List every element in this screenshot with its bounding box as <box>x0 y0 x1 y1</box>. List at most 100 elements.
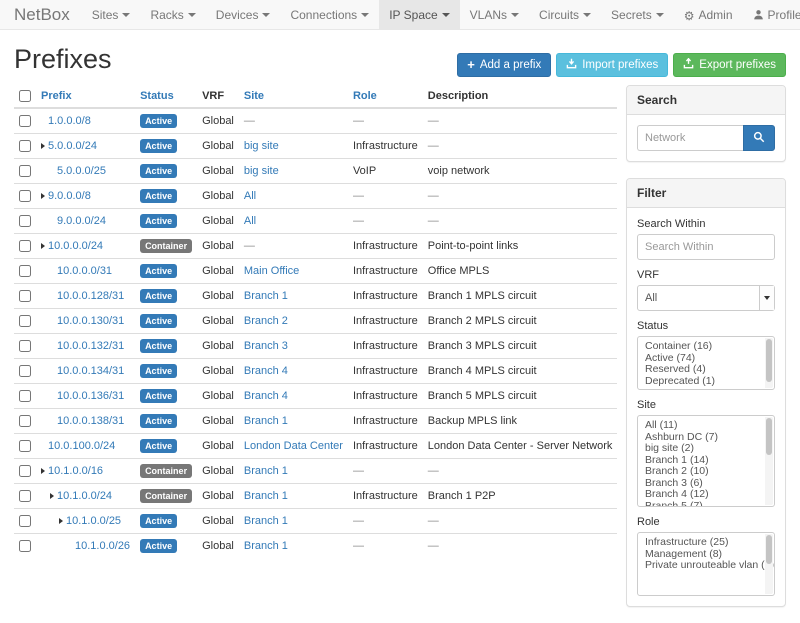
prefix-link[interactable]: 10.0.0.138/31 <box>57 415 124 427</box>
prefix-link[interactable]: 10.1.0.0/26 <box>75 540 130 552</box>
column-header-status[interactable]: Status <box>135 85 197 108</box>
status-badge[interactable]: Active <box>140 389 177 403</box>
status-badge[interactable]: Container <box>140 489 192 503</box>
site-link[interactable]: Branch 4 <box>244 365 288 377</box>
add-prefix-button[interactable]: + Add a prefix <box>457 53 551 77</box>
option-item[interactable]: Management (8) <box>645 549 759 561</box>
export-prefixes-button[interactable]: Export prefixes <box>673 53 786 77</box>
status-badge[interactable]: Active <box>140 364 177 378</box>
prefix-link[interactable]: 10.0.0.0/24 <box>48 240 103 252</box>
option-item[interactable]: Branch 4 (12) <box>645 489 759 501</box>
status-badge[interactable]: Active <box>140 414 177 428</box>
prefix-link[interactable]: 10.0.0.128/31 <box>57 290 124 302</box>
column-header-prefix[interactable]: Prefix <box>36 85 135 108</box>
prefix-link[interactable]: 10.0.0.130/31 <box>57 315 124 327</box>
row-checkbox[interactable] <box>19 315 31 327</box>
nav-item-devices[interactable]: Devices <box>206 0 281 30</box>
prefix-link[interactable]: 9.0.0.0/24 <box>57 215 106 227</box>
row-checkbox[interactable] <box>19 490 31 502</box>
site-link[interactable]: Branch 3 <box>244 340 288 352</box>
site-link[interactable]: Main Office <box>244 265 299 277</box>
site-link[interactable]: big site <box>244 165 279 177</box>
status-badge[interactable]: Active <box>140 189 177 203</box>
nav-item-connections[interactable]: Connections <box>280 0 379 30</box>
prefix-link[interactable]: 10.0.100.0/24 <box>48 440 115 452</box>
status-listbox[interactable]: Container (16)Active (74)Reserved (4)Dep… <box>637 336 775 390</box>
import-prefixes-button[interactable]: Import prefixes <box>556 53 668 77</box>
prefix-link[interactable]: 5.0.0.0/24 <box>48 140 97 152</box>
nav-item-sites[interactable]: Sites <box>82 0 141 30</box>
status-badge[interactable]: Active <box>140 289 177 303</box>
column-header-site[interactable]: Site <box>239 85 348 108</box>
prefix-link[interactable]: 10.0.0.136/31 <box>57 390 124 402</box>
role-listbox[interactable]: Infrastructure (25)Management (8)Private… <box>637 532 775 596</box>
prefix-link[interactable]: 1.0.0.0/8 <box>48 115 91 127</box>
scrollbar-thumb[interactable] <box>766 535 772 564</box>
status-badge[interactable]: Active <box>140 514 177 528</box>
status-badge[interactable]: Active <box>140 539 177 553</box>
status-badge[interactable]: Active <box>140 439 177 453</box>
prefix-link[interactable]: 10.0.0.132/31 <box>57 340 124 352</box>
site-link[interactable]: Branch 2 <box>244 315 288 327</box>
search-input[interactable] <box>637 125 743 151</box>
status-badge[interactable]: Container <box>140 464 192 478</box>
row-checkbox[interactable] <box>19 290 31 302</box>
site-link[interactable]: big site <box>244 140 279 152</box>
option-item[interactable]: All (11) <box>645 420 759 432</box>
column-header-role[interactable]: Role <box>348 85 423 108</box>
option-item[interactable]: big site (2) <box>645 443 759 455</box>
row-checkbox[interactable] <box>19 140 31 152</box>
site-link[interactable]: Branch 1 <box>244 540 288 552</box>
site-link[interactable]: Branch 1 <box>244 290 288 302</box>
option-item[interactable]: Branch 2 (10) <box>645 466 759 478</box>
site-link[interactable]: Branch 1 <box>244 465 288 477</box>
search-within-input[interactable] <box>637 234 775 260</box>
row-checkbox[interactable] <box>19 190 31 202</box>
prefix-link[interactable]: 10.0.0.134/31 <box>57 365 124 377</box>
prefix-link[interactable]: 5.0.0.0/25 <box>57 165 106 177</box>
row-checkbox[interactable] <box>19 240 31 252</box>
scrollbar[interactable] <box>765 417 773 505</box>
prefix-link[interactable]: 10.1.0.0/25 <box>66 515 121 527</box>
brand[interactable]: NetBox <box>14 5 70 25</box>
site-link[interactable]: Branch 1 <box>244 415 288 427</box>
prefix-link[interactable]: 10.1.0.0/24 <box>57 490 112 502</box>
vrf-select[interactable]: All <box>637 285 775 311</box>
row-checkbox[interactable] <box>19 515 31 527</box>
status-badge[interactable]: Active <box>140 264 177 278</box>
site-link[interactable]: All <box>244 190 256 202</box>
row-checkbox[interactable] <box>19 215 31 227</box>
nav-item-circuits[interactable]: Circuits <box>529 0 601 30</box>
option-item[interactable]: Branch 5 (7) <box>645 501 759 508</box>
status-badge[interactable]: Active <box>140 164 177 178</box>
prefix-link[interactable]: 10.1.0.0/16 <box>48 465 103 477</box>
site-link[interactable]: All <box>244 215 256 227</box>
nav-item-racks[interactable]: Racks <box>140 0 205 30</box>
status-badge[interactable]: Container <box>140 239 192 253</box>
site-listbox[interactable]: All (11)Ashburn DC (7)big site (2)Branch… <box>637 415 775 507</box>
row-checkbox[interactable] <box>19 340 31 352</box>
row-checkbox[interactable] <box>19 390 31 402</box>
scrollbar-thumb[interactable] <box>766 339 772 382</box>
row-checkbox[interactable] <box>19 415 31 427</box>
row-checkbox[interactable] <box>19 115 31 127</box>
status-badge[interactable]: Active <box>140 339 177 353</box>
prefix-link[interactable]: 9.0.0.0/8 <box>48 190 91 202</box>
row-checkbox[interactable] <box>19 165 31 177</box>
scrollbar[interactable] <box>765 338 773 388</box>
status-badge[interactable]: Active <box>140 139 177 153</box>
site-link[interactable]: Branch 4 <box>244 390 288 402</box>
nav-item-vlans[interactable]: VLANs <box>460 0 529 30</box>
row-checkbox[interactable] <box>19 265 31 277</box>
option-item[interactable]: Private unrouteable vlan (0) <box>645 560 759 572</box>
status-badge[interactable]: Active <box>140 114 177 128</box>
status-badge[interactable]: Active <box>140 214 177 228</box>
option-item[interactable]: Container (16) <box>645 341 759 353</box>
site-link[interactable]: Branch 1 <box>244 515 288 527</box>
site-link[interactable]: London Data Center <box>244 440 343 452</box>
nav-item-admin[interactable]: ⚙Admin <box>674 0 743 30</box>
scrollbar-thumb[interactable] <box>766 418 772 455</box>
search-button[interactable] <box>743 125 775 151</box>
nav-item-ip-space[interactable]: IP Space <box>379 0 459 30</box>
row-checkbox[interactable] <box>19 540 31 552</box>
